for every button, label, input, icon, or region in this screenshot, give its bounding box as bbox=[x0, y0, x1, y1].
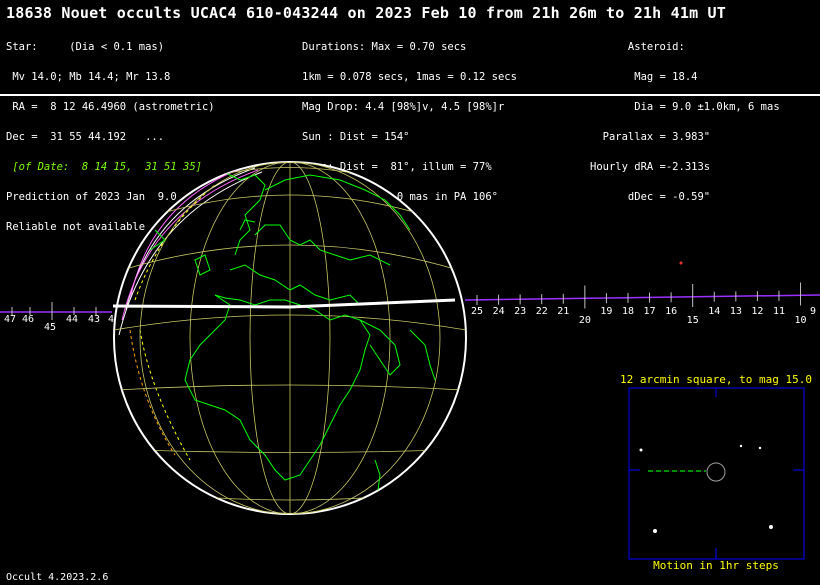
inset-border bbox=[628, 387, 805, 560]
time-tick-label: 10 bbox=[795, 315, 807, 326]
time-tick-label: 22 bbox=[536, 306, 548, 317]
time-tick-label: 19 bbox=[600, 306, 612, 317]
time-axis-right bbox=[464, 294, 820, 301]
inset-title: 12 arcmin square, to mag 15.0 bbox=[620, 373, 812, 386]
time-tick-label: 18 bbox=[622, 306, 634, 317]
time-tick-label: 44 bbox=[66, 314, 78, 325]
time-tick-label: 24 bbox=[493, 306, 505, 317]
time-tick-label: 23 bbox=[514, 306, 526, 317]
time-tick-label: 47 bbox=[4, 314, 16, 325]
red-star-marker bbox=[679, 261, 683, 265]
time-tick-label: 45 bbox=[44, 322, 56, 333]
globe-map: 4746454443422524232221201918171615141312… bbox=[0, 161, 820, 572]
time-tick-label: 16 bbox=[665, 306, 677, 317]
inset-star bbox=[639, 448, 643, 452]
inset-star bbox=[758, 446, 762, 450]
inset-caption: Motion in 1hr steps bbox=[653, 559, 779, 572]
time-tick-label: 11 bbox=[773, 306, 785, 317]
time-tick-label: 21 bbox=[557, 306, 569, 317]
time-tick-label: 9 bbox=[810, 306, 816, 317]
time-tick-label: 46 bbox=[22, 314, 34, 325]
time-tick-label: 13 bbox=[730, 306, 742, 317]
time-tick-label: 17 bbox=[644, 306, 656, 317]
inset-star bbox=[769, 525, 773, 529]
inset-star bbox=[739, 444, 743, 448]
time-tick-label: 12 bbox=[751, 306, 763, 317]
version-label: Occult 4.2023.2.6 bbox=[6, 572, 109, 583]
time-tick-label: 15 bbox=[687, 315, 699, 326]
time-tick-label: 14 bbox=[708, 306, 720, 317]
target-star-circle bbox=[706, 462, 726, 482]
star-chart-inset: 12 arcmin square, to mag 15.0 Motion in … bbox=[620, 373, 812, 572]
time-tick-label: 43 bbox=[88, 314, 100, 325]
inset-star bbox=[653, 529, 657, 533]
time-tick-label: 20 bbox=[579, 315, 591, 326]
time-tick-label: 25 bbox=[471, 306, 483, 317]
